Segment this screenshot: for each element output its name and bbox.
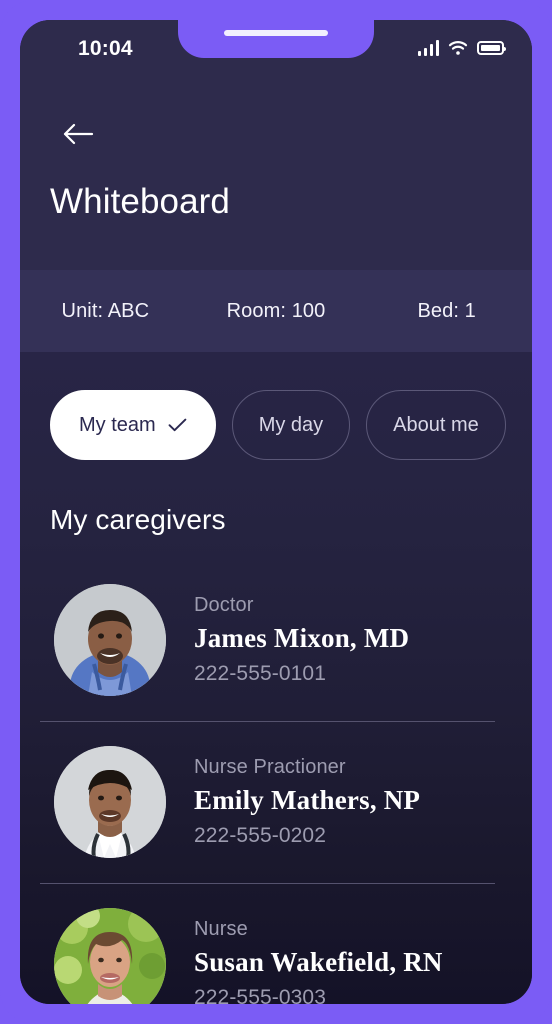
app-header: Whiteboard bbox=[20, 82, 532, 270]
page-title: Whiteboard bbox=[50, 182, 230, 221]
tab-about-me[interactable]: About me bbox=[366, 390, 506, 460]
tab-my-team[interactable]: My team bbox=[50, 390, 216, 460]
avatar-nurse-practitioner-female bbox=[54, 746, 166, 858]
caregiver-role: Nurse bbox=[194, 917, 248, 940]
tab-my-day-label: My day bbox=[258, 413, 324, 436]
device-frame: 10:04 Whiteboard Unit: ABC Room: 100 Bed… bbox=[0, 0, 552, 1024]
caregiver-name: Susan Wakefield, RN bbox=[194, 946, 443, 977]
avatar-doctor-male bbox=[54, 584, 166, 696]
info-room: Room: 100 bbox=[226, 299, 326, 322]
caregiver-phone[interactable]: 222-555-0202 bbox=[194, 822, 420, 849]
caregiver-row[interactable]: Nurse Practioner Emily Mathers, NP 222-5… bbox=[20, 721, 532, 883]
device-notch bbox=[178, 20, 374, 58]
caregiver-phone[interactable]: 222-555-0101 bbox=[194, 660, 409, 687]
patient-location-bar: Unit: ABC Room: 100 Bed: 1 bbox=[20, 270, 532, 352]
caregiver-role: Nurse Practioner bbox=[194, 755, 346, 778]
phone-screen: 10:04 Whiteboard Unit: ABC Room: 100 Bed… bbox=[20, 20, 532, 1004]
caregiver-role: Doctor bbox=[194, 593, 254, 616]
info-bed: Bed: 1 bbox=[417, 299, 476, 322]
battery-icon bbox=[477, 41, 506, 55]
tab-my-day[interactable]: My day bbox=[231, 390, 351, 460]
status-bar-time: 10:04 bbox=[78, 37, 133, 60]
caregiver-info: Doctor James Mixon, MD 222-555-0101 bbox=[194, 593, 409, 687]
section-title-my-caregivers: My caregivers bbox=[50, 504, 226, 535]
status-bar-indicators bbox=[417, 40, 506, 56]
tab-about-me-label: About me bbox=[393, 413, 479, 436]
speaker-grille bbox=[224, 30, 328, 36]
caregiver-row[interactable]: Nurse Susan Wakefield, RN 222-555-0303 bbox=[20, 883, 532, 1004]
caregiver-name: James Mixon, MD bbox=[194, 622, 410, 653]
avatar-nurse-female bbox=[54, 908, 166, 1004]
back-arrow-icon bbox=[63, 123, 94, 145]
content-area: My team My day About me My caregivers Do… bbox=[20, 352, 532, 1004]
signal-bars-icon bbox=[417, 40, 439, 56]
caregiver-row[interactable]: Doctor James Mixon, MD 222-555-0101 bbox=[20, 559, 532, 721]
tab-my-team-label: My team bbox=[79, 413, 156, 436]
wifi-icon bbox=[448, 40, 468, 56]
caregiver-info: Nurse Practioner Emily Mathers, NP 222-5… bbox=[194, 755, 420, 849]
back-button[interactable] bbox=[50, 110, 106, 158]
caregiver-phone[interactable]: 222-555-0303 bbox=[194, 984, 443, 1004]
caregiver-list: Doctor James Mixon, MD 222-555-0101 Nurs… bbox=[20, 559, 532, 1004]
info-unit: Unit: ABC bbox=[61, 299, 150, 322]
check-icon bbox=[168, 418, 187, 432]
tab-chip-group: My team My day About me bbox=[50, 390, 506, 460]
caregiver-name: Emily Mathers, NP bbox=[194, 784, 421, 815]
caregiver-info: Nurse Susan Wakefield, RN 222-555-0303 bbox=[194, 917, 443, 1004]
